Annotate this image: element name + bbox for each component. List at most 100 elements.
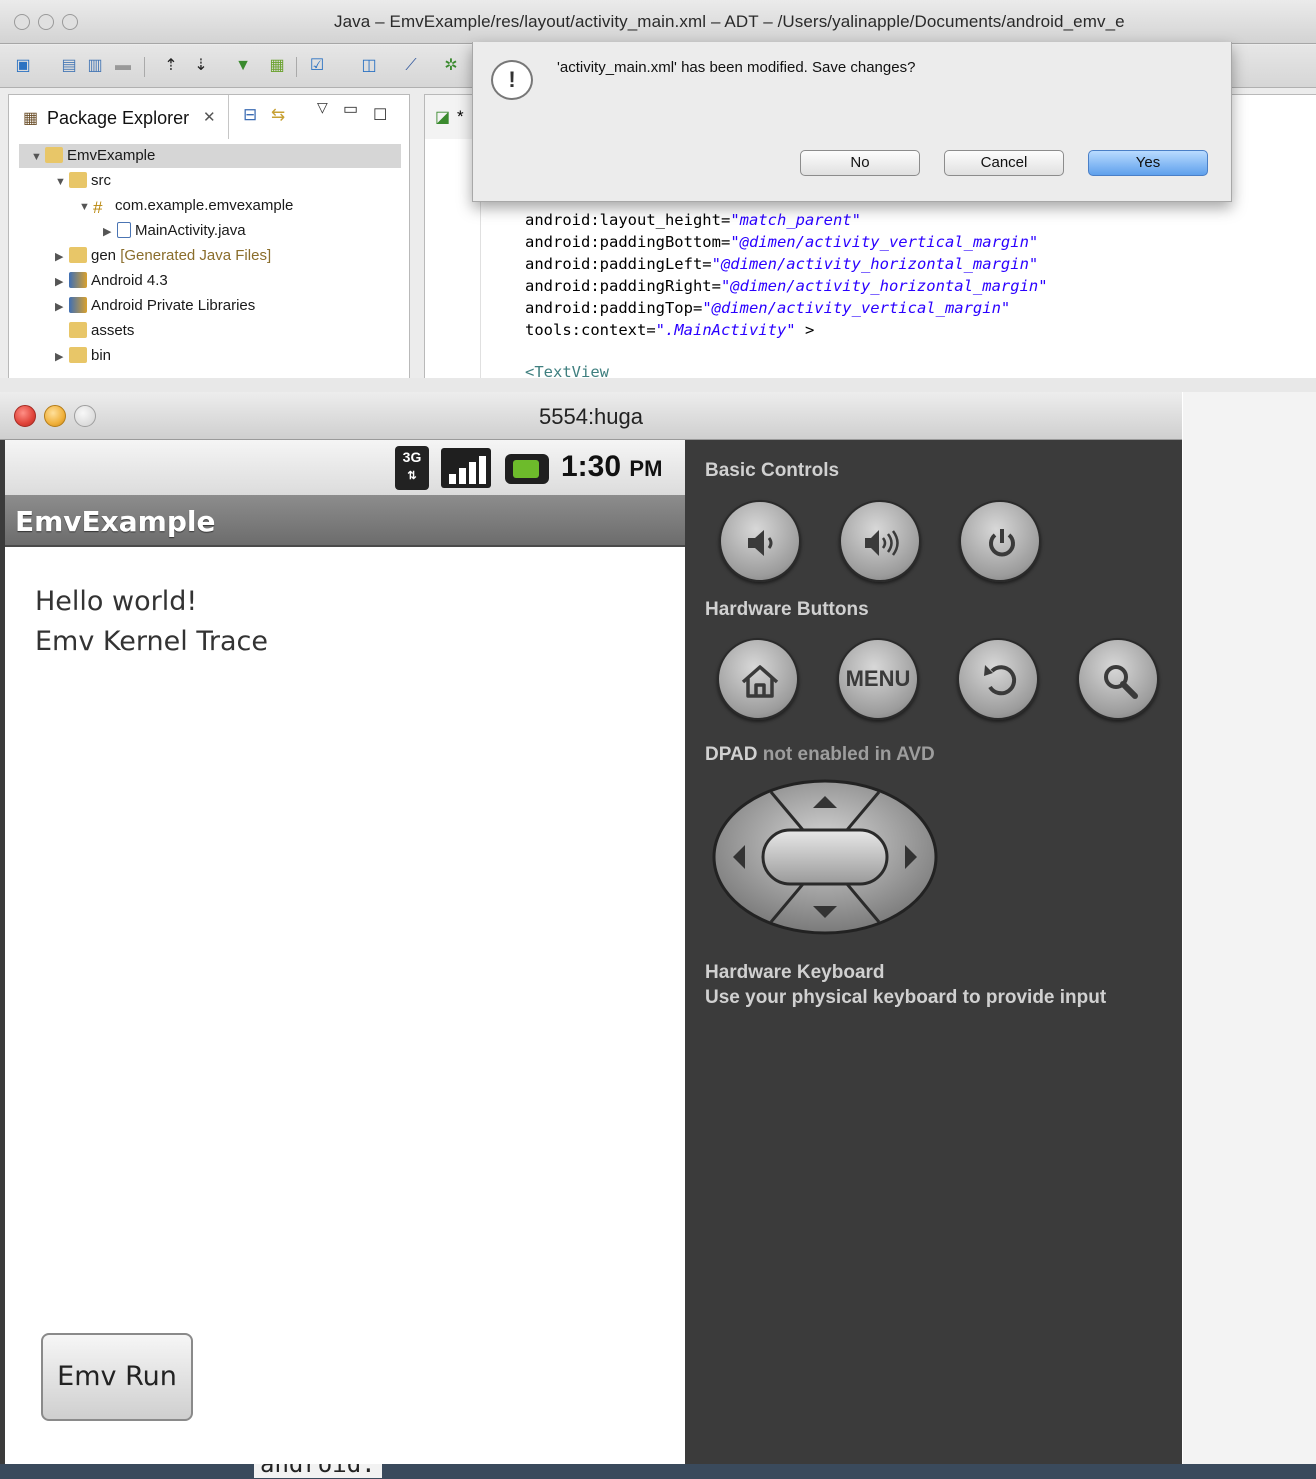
volume-down-glyph (748, 530, 773, 556)
no-button[interactable]: No (800, 150, 920, 176)
hardware-keyboard-title: Hardware Keyboard (705, 962, 885, 983)
back-icon[interactable] (957, 638, 1039, 720)
home-icon[interactable] (717, 638, 799, 720)
xml-file-icon: ◪ (435, 109, 451, 126)
tree-item-mainactivity[interactable]: ▶ MainActivity.java (103, 219, 246, 243)
close-tab-icon[interactable]: ✕ (203, 108, 216, 126)
code-line[interactable]: android:paddingTop="@dimen/activity_vert… (525, 299, 1010, 317)
collapse-all-icon[interactable]: ⊟ (243, 105, 257, 125)
tree-item-assets[interactable]: assets (69, 319, 134, 343)
package-explorer-panel: ▦ Package Explorer ✕ ⊟ ⇆ ▽ ▭ ☐ ▼ EmvExamp… (8, 94, 410, 380)
emulator-window-title: 5554:huga (539, 404, 643, 429)
tree-item-src[interactable]: ▼ src (55, 169, 111, 193)
download-icon[interactable]: ⇣ (190, 55, 212, 77)
emv-run-button[interactable]: Emv Run (41, 1333, 193, 1421)
upload-icon[interactable]: ⇡ (160, 55, 182, 77)
source-folder-icon (69, 247, 87, 263)
tree-item-decoration: [Generated Java Files] (120, 247, 272, 264)
adt-close-light[interactable] (14, 14, 30, 30)
package-explorer-tab-label: Package Explorer (47, 108, 190, 128)
battery-level (513, 460, 539, 478)
code-line[interactable]: android:layout_height="match_parent" (525, 211, 861, 229)
network-3g-icon: 3G ⇅ (395, 446, 429, 490)
adt-maximize-light[interactable] (62, 14, 78, 30)
tree-item-private-libraries[interactable]: ▶ Android Private Libraries (55, 294, 255, 318)
tree-item-gen[interactable]: ▶ gen [Generated Java Files] (55, 244, 271, 268)
expanded-arrow-icon[interactable]: ▼ (31, 145, 45, 169)
collapsed-arrow-icon[interactable]: ▶ (55, 270, 69, 294)
new-icon[interactable]: ▣ (12, 55, 34, 77)
collapsed-arrow-icon[interactable]: ▶ (103, 220, 117, 244)
tree-item-package[interactable]: ▼ # com.example.emvexample (79, 194, 293, 218)
data-arrows-icon: ⇅ (407, 470, 417, 482)
folder-icon (69, 347, 87, 363)
tree-item-label: Android Private Libraries (91, 297, 256, 314)
search-icon[interactable] (1077, 638, 1159, 720)
tree-item-android-43[interactable]: ▶ Android 4.3 (55, 269, 168, 293)
signal-bar (459, 468, 466, 484)
app-title: EmvExample (15, 505, 216, 538)
lint-icon[interactable]: ⟋ (400, 55, 422, 77)
collapsed-arrow-icon[interactable]: ▶ (55, 295, 69, 319)
debug-icon[interactable]: ✲ (440, 55, 462, 77)
volume-down-icon[interactable] (719, 500, 801, 582)
adt-title-bar: Java – EmvExample/res/layout/activity_ma… (0, 0, 1316, 44)
save-all-icon[interactable]: ▥ (84, 55, 106, 77)
toolbar-separator (296, 57, 297, 77)
device-screen: 3G ⇅ 1:30 PM EmvExample Hello world! Emv … (5, 440, 685, 1479)
menu-button[interactable]: MENU (837, 638, 919, 720)
background-code-fragment: android: (254, 1464, 382, 1478)
tree-item-label: Android 4.3 (91, 272, 168, 289)
code-line[interactable]: android:paddingBottom="@dimen/activity_v… (525, 233, 1038, 251)
code-line[interactable]: tools:context=".MainActivity" > (525, 321, 814, 339)
emulator-title-bar: 5554:huga (0, 392, 1182, 440)
yes-button[interactable]: Yes (1088, 150, 1208, 176)
maximize-view-icon[interactable]: ☐ (373, 105, 387, 125)
signal-strength-icon (441, 448, 491, 488)
adt-window-title: Java – EmvExample/res/layout/activity_ma… (334, 12, 1125, 31)
save-icon[interactable]: ▤ (58, 55, 80, 77)
view-menu-icon[interactable]: ▽ (317, 99, 328, 116)
print-icon[interactable]: ▬ (112, 55, 134, 77)
emulator-window: 5554:huga 3G ⇅ 1:30 PM EmvExample Hello w… (0, 392, 1182, 1479)
status-clock: 1:30 PM (561, 450, 663, 483)
expanded-arrow-icon[interactable]: ▼ (79, 195, 93, 219)
app-action-bar: EmvExample (5, 495, 685, 547)
home-glyph (741, 665, 779, 698)
collapsed-arrow-icon[interactable]: ▶ (55, 345, 69, 369)
cancel-button[interactable]: Cancel (944, 150, 1064, 176)
avd-manager-icon[interactable]: ▦ (266, 55, 288, 77)
folder-icon (69, 322, 87, 338)
signal-bar (449, 474, 456, 484)
tree-item-label: com.example.emvexample (115, 197, 294, 214)
warning-icon: ! (491, 60, 533, 100)
power-icon[interactable] (959, 500, 1041, 582)
background-editor-strip: android: (0, 1464, 1316, 1479)
library-icon (69, 272, 87, 288)
project-icon (45, 147, 63, 163)
package-explorer-tab[interactable]: ▦ Package Explorer ✕ (9, 95, 229, 139)
minimize-view-icon[interactable]: ▭ (343, 99, 358, 119)
hardware-buttons-label: Hardware Buttons (705, 599, 869, 620)
link-editor-icon[interactable]: ⇆ (271, 105, 285, 125)
tree-item-label: assets (91, 322, 135, 339)
trace-text: Emv Kernel Trace (35, 626, 268, 657)
expanded-arrow-icon[interactable]: ▼ (55, 170, 69, 194)
background-window-edge (1183, 392, 1316, 1479)
checkbox-icon[interactable]: ☑ (306, 55, 328, 77)
hello-text: Hello world! (35, 586, 198, 617)
editor-tab[interactable]: ◪ * (425, 95, 479, 139)
volume-up-icon[interactable] (839, 500, 921, 582)
code-line[interactable]: android:paddingLeft="@dimen/activity_hor… (525, 255, 1038, 273)
dpad-icon[interactable] (711, 778, 939, 936)
new-android-icon[interactable]: ◫ (358, 55, 380, 77)
signal-bar (479, 456, 486, 484)
android-sdk-icon[interactable]: ▼ (232, 55, 254, 77)
package-icon: # (93, 198, 103, 217)
adt-minimize-light[interactable] (38, 14, 54, 30)
desktop: Java – EmvExample/res/layout/activity_ma… (0, 0, 1316, 1479)
tree-item-emvexample[interactable]: ▼ EmvExample (31, 144, 155, 168)
code-line[interactable]: android:paddingRight="@dimen/activity_ho… (525, 277, 1048, 295)
tree-item-bin[interactable]: ▶ bin (55, 344, 111, 368)
collapsed-arrow-icon[interactable]: ▶ (55, 245, 69, 269)
